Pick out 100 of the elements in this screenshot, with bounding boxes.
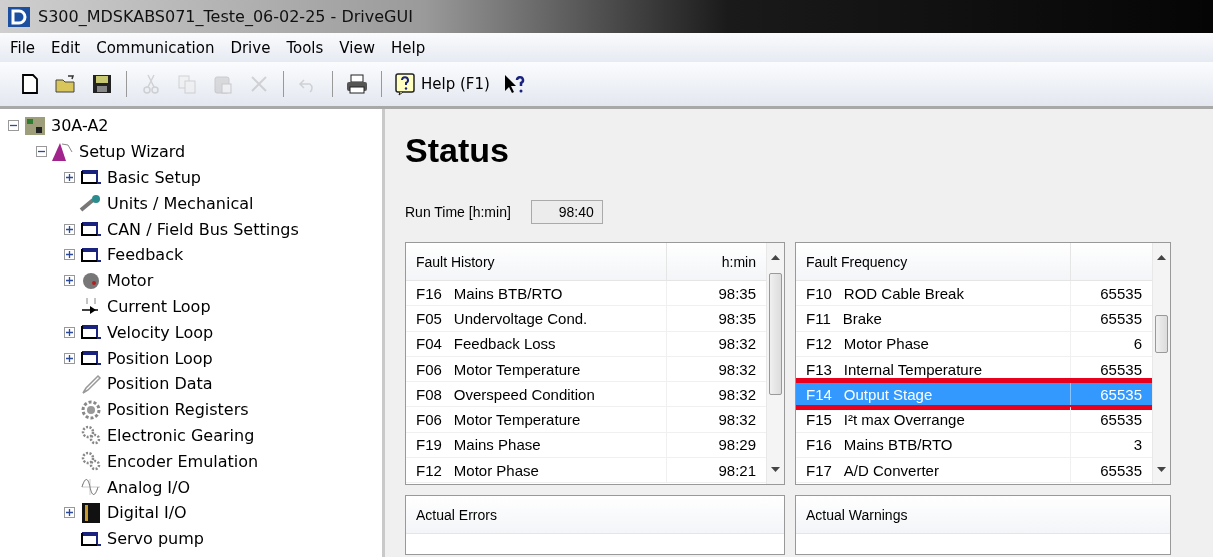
menu-item[interactable]: Help (384, 38, 432, 57)
gears-icon (80, 451, 102, 472)
gears-icon (80, 425, 102, 446)
scrollbar[interactable] (1152, 243, 1170, 484)
expand-toggle-icon[interactable] (64, 326, 75, 338)
tree-item[interactable]: Units / Mechanical (105, 193, 256, 213)
scroll-thumb[interactable] (769, 273, 782, 395)
tree-item[interactable]: Encoder Emulation (105, 451, 261, 471)
app-logo-icon (8, 6, 30, 27)
scroll-down-icon[interactable] (1157, 467, 1166, 472)
table-row[interactable]: F06 Motor Temperature 98:32 (406, 356, 766, 383)
wrench-icon (79, 194, 103, 213)
table-row[interactable]: F10 ROD Cable Break 65535 (796, 281, 1152, 307)
motor-icon (80, 270, 102, 291)
fault-code: F13 (806, 360, 832, 378)
digital-io-icon (80, 501, 102, 524)
run-time-field: 98:40 (530, 200, 603, 224)
fault-name: Output Stage (843, 385, 933, 403)
expand-toggle-icon[interactable] (64, 223, 75, 235)
table-row[interactable]: F08 Overspeed Condition 98:32 (406, 382, 766, 408)
tree-item[interactable]: Current Loop (105, 296, 213, 316)
collapse-toggle-icon[interactable] (8, 120, 19, 132)
fault-name: Motor Temperature (453, 411, 581, 429)
tree-item[interactable]: Servo pump (105, 529, 206, 549)
scroll-down-icon[interactable] (771, 467, 780, 472)
window-icon (80, 529, 102, 548)
tree-item[interactable]: 30A-A2 (49, 116, 111, 136)
table-cell: 98:32 (718, 335, 756, 353)
tree-item[interactable]: Digital I/O (105, 503, 189, 523)
fault-code: F12 (806, 335, 832, 353)
table-row[interactable]: F15 I²t max Overrange 65535 (796, 407, 1152, 433)
tree-item[interactable]: Position Registers (105, 400, 251, 420)
table-row[interactable]: F05 Undervoltage Cond. 98:35 (406, 306, 766, 332)
tree-item[interactable]: Velocity Loop (105, 322, 216, 342)
table-row[interactable]: F11 Brake 65535 (796, 306, 1152, 332)
menu-item[interactable]: Edit (45, 38, 87, 57)
scrollbar[interactable] (766, 243, 784, 484)
tree-item[interactable]: Setup Wizard (77, 142, 188, 162)
table-row[interactable]: F12 Motor Phase 98:21 (406, 458, 766, 484)
fault-name: Feedback Loss (453, 335, 556, 353)
fault-code: F17 (806, 461, 832, 479)
tree-item[interactable]: Analog I/O (105, 477, 193, 497)
expand-toggle-icon[interactable] (64, 352, 75, 364)
fault-code: F11 (806, 309, 831, 327)
tree-item[interactable]: CAN / Field Bus Settings (105, 219, 301, 239)
column-header: Fault Frequency (805, 252, 909, 272)
table-row[interactable]: F06 Motor Temperature 98:32 (406, 407, 766, 433)
printer-icon (345, 72, 369, 96)
menu-item[interactable]: Tools (280, 38, 330, 57)
fault-name: Internal Temperature (843, 360, 982, 378)
expand-toggle-icon[interactable] (64, 275, 75, 287)
device-icon (24, 115, 46, 136)
fault-name: Undervoltage Cond. (453, 309, 588, 327)
collapse-toggle-icon[interactable] (36, 146, 47, 158)
fault-name: Mains BTB/RTO (453, 284, 563, 302)
tree-item[interactable]: Basic Setup (105, 168, 203, 187)
fault-code: F19 (416, 436, 442, 454)
expand-toggle-icon[interactable] (64, 172, 75, 183)
table-cell: 65535 (1100, 461, 1142, 479)
table-row[interactable]: F17 A/D Converter 65535 (796, 458, 1152, 484)
table-cell: 98:32 (718, 360, 756, 378)
table-cell: 65535 (1100, 411, 1142, 429)
scroll-up-icon[interactable] (1157, 255, 1166, 260)
menu-item[interactable]: File (4, 38, 42, 57)
fault-name: Motor Phase (453, 461, 539, 479)
help-icon (394, 72, 416, 96)
table-row[interactable]: F16 Mains BTB/RTO 3 (796, 432, 1152, 459)
menu-item[interactable]: View (333, 38, 381, 57)
tree-item[interactable]: Electronic Gearing (105, 425, 257, 445)
tree-item[interactable]: Position Loop (105, 348, 215, 368)
table-cell: 6 (1133, 335, 1142, 353)
expand-toggle-icon[interactable] (64, 507, 75, 519)
table-cell: 98:29 (718, 436, 756, 454)
table-cell: 98:32 (718, 385, 756, 403)
table-cell: 65535 (1100, 284, 1142, 302)
tree-item[interactable]: Position Data (105, 374, 215, 394)
waveform-icon (80, 477, 102, 498)
table-row[interactable]: F19 Mains Phase 98:29 (406, 432, 766, 459)
table-row[interactable]: F12 Motor Phase 6 (796, 331, 1152, 357)
fault-name: Overspeed Condition (453, 385, 595, 403)
window-icon (80, 349, 102, 368)
fault-name: ROD Cable Break (843, 284, 964, 302)
table-cell: 98:32 (718, 411, 756, 429)
scroll-thumb[interactable] (1155, 315, 1168, 353)
expand-toggle-icon[interactable] (64, 249, 75, 261)
gear-icon (80, 399, 102, 420)
folder-icon (54, 72, 78, 96)
table-row[interactable]: F04 Feedback Loss 98:32 (406, 331, 766, 357)
run-time-label: Run Time [h:min] (405, 204, 511, 220)
table-row[interactable]: F16 Mains BTB/RTO 98:35 (406, 281, 766, 307)
fault-code: F06 (416, 411, 442, 429)
help-button[interactable]: Help (F1) (392, 69, 492, 99)
tree-item[interactable]: Motor (105, 271, 156, 291)
fault-name: Mains Phase (453, 436, 541, 454)
scroll-up-icon[interactable] (771, 255, 780, 260)
fault-name: Mains BTB/RTO (843, 436, 953, 454)
menu-item[interactable]: Communication (90, 38, 221, 57)
fault-code: F06 (416, 360, 442, 378)
menu-item[interactable]: Drive (224, 38, 277, 57)
tree-item[interactable]: Feedback (105, 245, 186, 265)
